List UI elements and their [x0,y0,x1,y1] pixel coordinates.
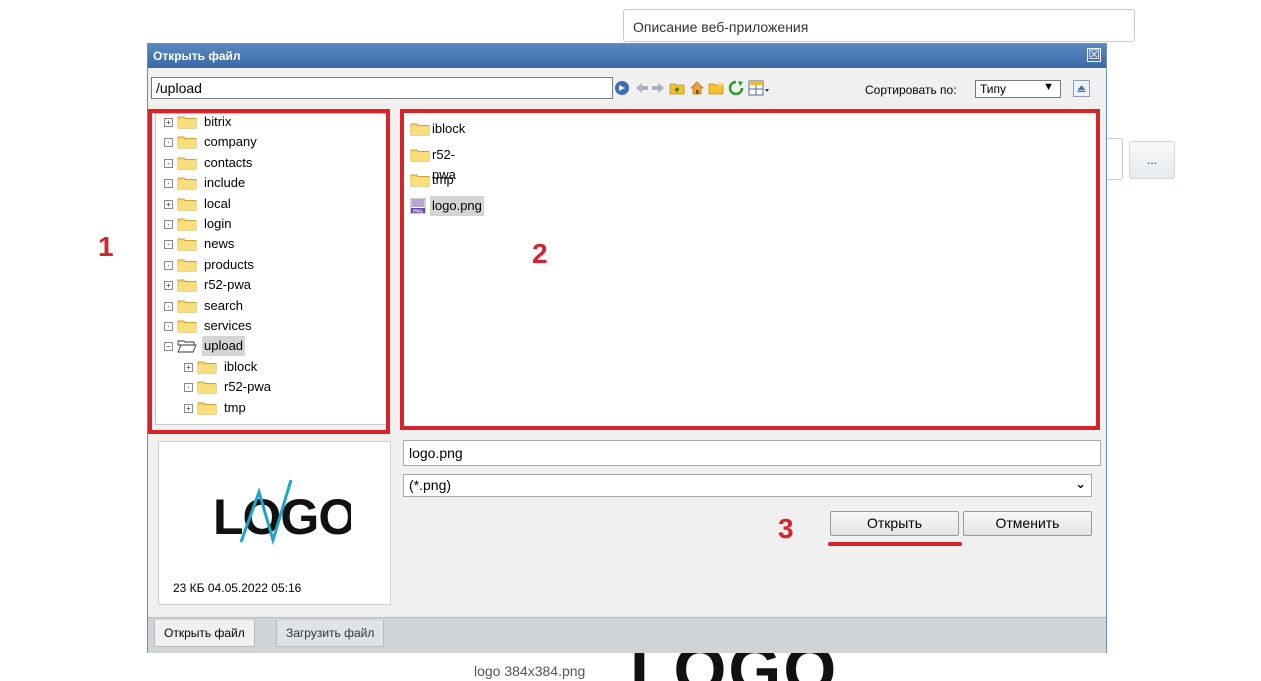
folder-icon [177,300,197,313]
file-item-label: tmp [432,172,454,187]
sort-direction-icon[interactable] [1073,80,1090,97]
file-item-label: iblock [432,121,466,136]
path-input[interactable] [151,77,613,99]
folder-icon [197,361,217,374]
leaf-icon: · [164,301,173,311]
sort-select[interactable]: Типу ▼ [975,80,1061,98]
tree-item-label: local [204,195,231,211]
tree-item-label: services [204,318,252,333]
file-type-value: (*.png) [409,477,452,493]
folder-icon [177,259,197,272]
folder-icon [177,198,197,211]
home-icon[interactable] [689,80,705,96]
open-button[interactable]: Открыть [830,511,959,536]
go-icon[interactable] [614,80,630,96]
tree-item-label: include [204,175,246,191]
chevron-down-icon: ⌄ [1075,476,1086,491]
tree-item-label: tmp [224,399,246,415]
image-caption: logo 384x384.png [474,663,586,679]
tree-item-label: upload [202,336,246,357]
chevron-down-icon: ▼ [1043,81,1054,93]
folder-icon [177,157,197,170]
dialog-titlebar[interactable]: Открыть файл ☒ [148,44,1106,68]
folder-icon [177,116,197,129]
tree-item-label: bitrix [204,114,232,129]
annotation-number-3: 3 [778,513,794,544]
tab-upload-file[interactable]: Загрузить файл [276,620,385,647]
folder-icon [177,177,197,190]
dialog-tabs: Открыть файл Загрузить файл [148,617,1106,653]
tree-item-label: login [204,216,232,231]
expand-icon[interactable]: + [164,281,173,291]
file-item-label: logo.png [430,195,484,216]
leaf-icon: · [164,179,173,189]
sort-label: Сортировать по: [865,83,957,97]
tree-item-label: news [204,236,235,252]
svg-text:PNG: PNG [413,208,423,213]
leaf-icon: · [164,240,173,250]
folder-icon [410,174,430,187]
leaf-icon: · [164,158,173,168]
collapse-icon[interactable]: − [164,342,173,352]
leaf-icon: · [164,138,173,148]
png-file-icon: PNG [410,197,426,214]
view-mode-icon[interactable] [748,80,770,96]
folder-icon [177,218,197,231]
file-preview: LOGO 23 КБ 04.05.2022 05:16 [158,441,391,605]
file-list[interactable]: iblock r52-pwa tmp PNG logo.png [403,110,1097,428]
browse-button[interactable]: ... [1129,141,1175,179]
folder-icon [177,320,197,333]
folder-icon [410,123,430,136]
close-icon[interactable]: ☒ [1087,48,1101,62]
preview-file-info: 23 КБ 04.05.2022 05:16 [173,581,302,595]
leaf-icon: · [184,383,193,393]
tree-item-label: products [204,256,254,272]
dialog-title: Открыть файл [153,49,241,63]
expand-icon[interactable]: + [164,118,173,127]
folder-icon [197,402,217,415]
sort-value: Типу [980,82,1007,96]
tree-item-label: r52-pwa [204,277,251,293]
expand-icon[interactable]: + [164,199,173,209]
refresh-icon[interactable] [728,80,744,96]
folder-icon [177,136,197,149]
folder-tree[interactable]: + bitrix · company · contacts · include + local · l… [155,113,388,425]
forward-icon[interactable] [650,80,666,96]
tree-item-label: r52-pwa [224,379,271,395]
tree-item-label: contacts [204,154,253,170]
leaf-icon: · [164,322,173,331]
annotation-underline-open [828,542,962,546]
new-folder-icon[interactable] [708,80,724,96]
annotation-number-1: 1 [98,231,114,262]
dialog-toolbar: Сортировать по: Типу ▼ [148,68,1106,108]
preview-logo-image: LOGO [213,479,351,546]
leaf-icon: · [164,260,173,270]
annotation-number-2: 2 [532,238,548,269]
open-file-dialog: Открыть файл ☒ /upload Сортировать по: Т… [147,43,1107,653]
file-type-select[interactable]: (*.png) ⌄ [403,474,1092,497]
app-description-field[interactable]: Описание веб-приложения [623,9,1135,42]
svg-text:LOGO: LOGO [213,489,351,545]
tree-item-label: search [204,297,244,313]
cancel-button[interactable]: Отменить [963,511,1092,536]
folder-icon [177,279,197,292]
folder-up-icon[interactable] [669,80,685,96]
tree-item-label: company [204,134,257,150]
leaf-icon: · [164,220,173,229]
folder-icon [177,238,197,251]
open-folder-icon [177,340,197,353]
filename-input[interactable] [403,440,1101,466]
expand-icon[interactable]: + [184,403,193,413]
tree-item-label: iblock [224,358,258,374]
expand-icon[interactable]: + [184,362,193,372]
tab-open-file[interactable]: Открыть файл [154,620,255,647]
back-icon[interactable] [634,80,650,96]
folder-icon [197,381,217,394]
folder-icon [410,149,430,161]
